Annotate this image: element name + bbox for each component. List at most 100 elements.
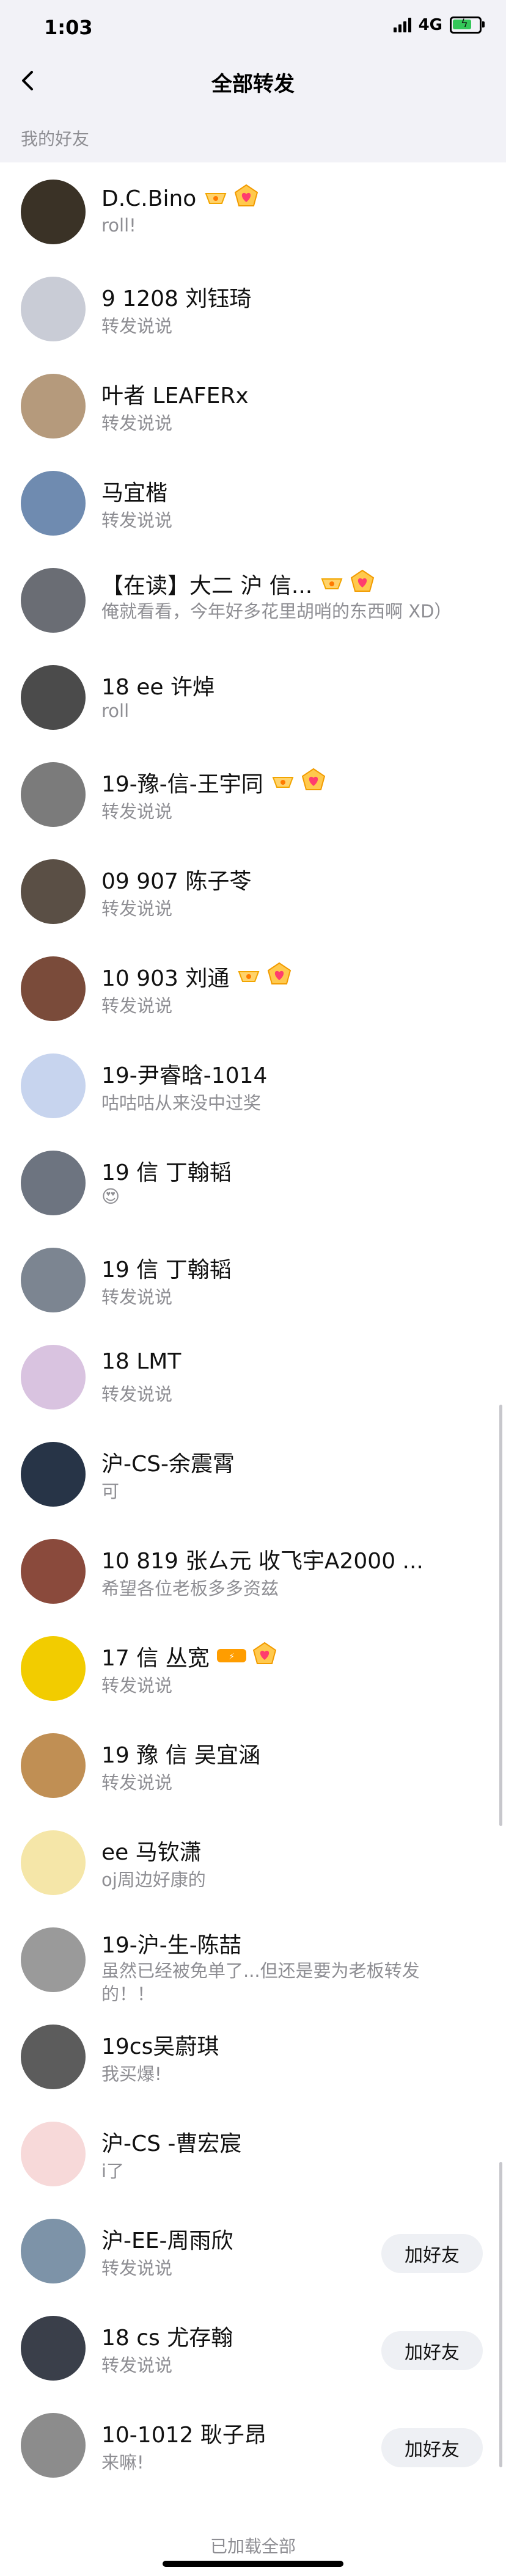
forward-comment: 虽然已经被免单了...但还是要为老板转发的！！: [101, 1960, 420, 2004]
friend-name: 19-豫-信-王宇同: [101, 766, 327, 798]
forward-comment: oj周边好康的: [101, 1869, 206, 1890]
avatar[interactable]: [21, 1539, 86, 1604]
avatar[interactable]: [21, 568, 86, 633]
avatar[interactable]: [21, 180, 86, 244]
friend-name: 19 豫 信 吴宜涵: [101, 1737, 260, 1769]
signal-icon: [393, 18, 411, 32]
svip-badge-icon: ⚡: [216, 1642, 278, 1672]
friend-name-text: 叶者 LEAFERx: [101, 384, 249, 409]
list-item[interactable]: ee 马钦潇 oj周边好康的: [0, 1813, 506, 1910]
list-item[interactable]: 19cs吴蔚琪我买爆!: [0, 2007, 506, 2105]
avatar[interactable]: [21, 1248, 86, 1312]
forward-comment: 转发说说: [101, 316, 173, 337]
status-indicators: 4G ϟ: [393, 16, 485, 34]
list-item[interactable]: 10 819 张ㄙ元 收飞宇A2000 ... 希望各位老板多多资兹: [0, 1522, 506, 1619]
forward-comment: 转发说说: [101, 413, 173, 434]
friend-name-text: 18 cs 尤存翰: [101, 2326, 233, 2351]
list-item[interactable]: 沪-CS -曹宏宸 i了: [0, 2105, 506, 2202]
avatar[interactable]: [21, 1151, 86, 1215]
forward-comment: 转发说说: [101, 995, 173, 1016]
avatar[interactable]: [21, 2316, 86, 2381]
add-friend-button[interactable]: 加好友: [381, 2234, 483, 2273]
scrollbar-lower[interactable]: [499, 2162, 502, 2467]
avatar[interactable]: [21, 1053, 86, 1118]
list-item[interactable]: 10 903 刘通 转发说说: [0, 939, 506, 1036]
friend-name-text: 马宜楷: [101, 481, 168, 506]
list-item[interactable]: D.C.Bino roll!: [0, 162, 506, 260]
list-item[interactable]: 10-1012 耿子昂 来嘛! 加好友: [0, 2396, 506, 2493]
friend-name: ee 马钦潇: [101, 1835, 202, 1866]
list-item[interactable]: 沪-CS-余震霄可: [0, 1425, 506, 1522]
friend-name: 17 信 丛宽 ⚡: [101, 1640, 278, 1672]
avatar[interactable]: [21, 2219, 86, 2283]
friend-name: 19 信 丁翰韬: [101, 1155, 232, 1187]
forwarders-list: D.C.Bino roll! 9 1208 刘钰琦 转发说说 叶者 LEAFERx 转发说…: [0, 162, 506, 2493]
friend-name-text: 10-1012 耿子昂: [101, 2423, 266, 2448]
forward-comment: 转发说说: [101, 2258, 173, 2279]
forward-comment: 我买爆!: [101, 2064, 162, 2084]
list-item[interactable]: 19 信 丁翰韬转发说说: [0, 1231, 506, 1328]
list-item[interactable]: 19 信 丁翰韬 😍: [0, 1133, 506, 1231]
friend-name-text: 17 信 丛宽: [101, 1646, 210, 1671]
forward-comment: 转发说说: [101, 1287, 173, 1308]
list-item[interactable]: 09 907 陈子苓 转发说说: [0, 842, 506, 939]
friend-name-text: 19-豫-信-王宇同: [101, 772, 263, 797]
friend-name-text: 19cs吴蔚琪: [101, 2034, 219, 2059]
list-item[interactable]: 17 信 丛宽 ⚡ 转发说说: [0, 1619, 506, 1716]
avatar[interactable]: [21, 665, 86, 730]
friend-name-text: 沪-EE-周雨欣: [101, 2229, 233, 2254]
friend-name: 9 1208 刘钰琦: [101, 281, 251, 313]
friend-name: 10-1012 耿子昂: [101, 2417, 266, 2449]
avatar[interactable]: [21, 2413, 86, 2478]
forward-comment: 转发说说: [101, 801, 173, 822]
status-time: 1:03: [44, 16, 93, 39]
vip-badge-icon: [235, 962, 293, 992]
list-item[interactable]: 19-尹睿晗-1014 咕咕咕从来没中过奖: [0, 1036, 506, 1133]
list-item[interactable]: 9 1208 刘钰琦转发说说: [0, 260, 506, 357]
friend-name: 19-沪-生-陈喆: [101, 1927, 241, 1959]
avatar[interactable]: [21, 1927, 86, 1992]
avatar[interactable]: [21, 1636, 86, 1701]
avatar[interactable]: [21, 2122, 86, 2186]
forward-comment: i了: [101, 2161, 125, 2181]
avatar[interactable]: [21, 1442, 86, 1507]
friend-name-text: 9 1208 刘钰琦: [101, 286, 252, 311]
avatar[interactable]: [21, 1830, 86, 1895]
avatar[interactable]: [21, 2025, 86, 2089]
list-item[interactable]: 【在读】大二 沪 信... 俺就看看，今年好多花里胡哨的东西啊 XD）: [0, 551, 506, 648]
list-item[interactable]: 19-豫-信-王宇同转发说说: [0, 745, 506, 842]
list-item[interactable]: 沪-EE-周雨欣转发说说 加好友: [0, 2202, 506, 2299]
avatar[interactable]: [21, 1733, 86, 1798]
list-item[interactable]: 18 cs 尤存翰 转发说说 加好友: [0, 2299, 506, 2396]
forward-comment: 转发说说: [101, 1384, 173, 1405]
list-item[interactable]: 叶者 LEAFERx 转发说说: [0, 357, 506, 454]
avatar[interactable]: [21, 956, 86, 1021]
avatar[interactable]: [21, 859, 86, 924]
list-item[interactable]: 18 LMT 转发说说: [0, 1328, 506, 1425]
forward-comment: 可: [101, 1481, 120, 1502]
friend-name: 19cs吴蔚琪: [101, 2029, 219, 2061]
network-type: 4G: [418, 16, 442, 34]
friend-name-text: 沪-CS-余震霄: [101, 1452, 235, 1477]
forward-comment: 转发说说: [101, 1675, 173, 1696]
list-item[interactable]: 19 豫 信 吴宜涵 转发说说: [0, 1716, 506, 1813]
add-friend-button[interactable]: 加好友: [381, 2331, 483, 2370]
avatar[interactable]: [21, 277, 86, 341]
list-item[interactable]: 18 ee 许焯 roll: [0, 648, 506, 745]
navigation-bar: 全部转发: [0, 59, 506, 103]
vip-badge-icon: [318, 569, 376, 599]
avatar[interactable]: [21, 1345, 86, 1410]
friend-name: 马宜楷: [101, 475, 167, 507]
friend-name-text: ee 马钦潇: [101, 1840, 202, 1865]
list-item[interactable]: 19-沪-生-陈喆 虽然已经被免单了...但还是要为老板转发的！！: [0, 1910, 506, 2007]
avatar[interactable]: [21, 471, 86, 536]
friend-name-text: 19 信 丁翰韬: [101, 1257, 232, 1283]
add-friend-button[interactable]: 加好友: [381, 2428, 483, 2467]
forward-comment: roll: [101, 700, 130, 721]
friend-name-text: 19-尹睿晗-1014: [101, 1063, 268, 1088]
list-item[interactable]: 马宜楷 转发说说: [0, 454, 506, 551]
scrollbar-upper[interactable]: [499, 1405, 502, 1826]
avatar[interactable]: [21, 374, 86, 438]
page-title: 全部转发: [211, 72, 295, 96]
avatar[interactable]: [21, 762, 86, 827]
